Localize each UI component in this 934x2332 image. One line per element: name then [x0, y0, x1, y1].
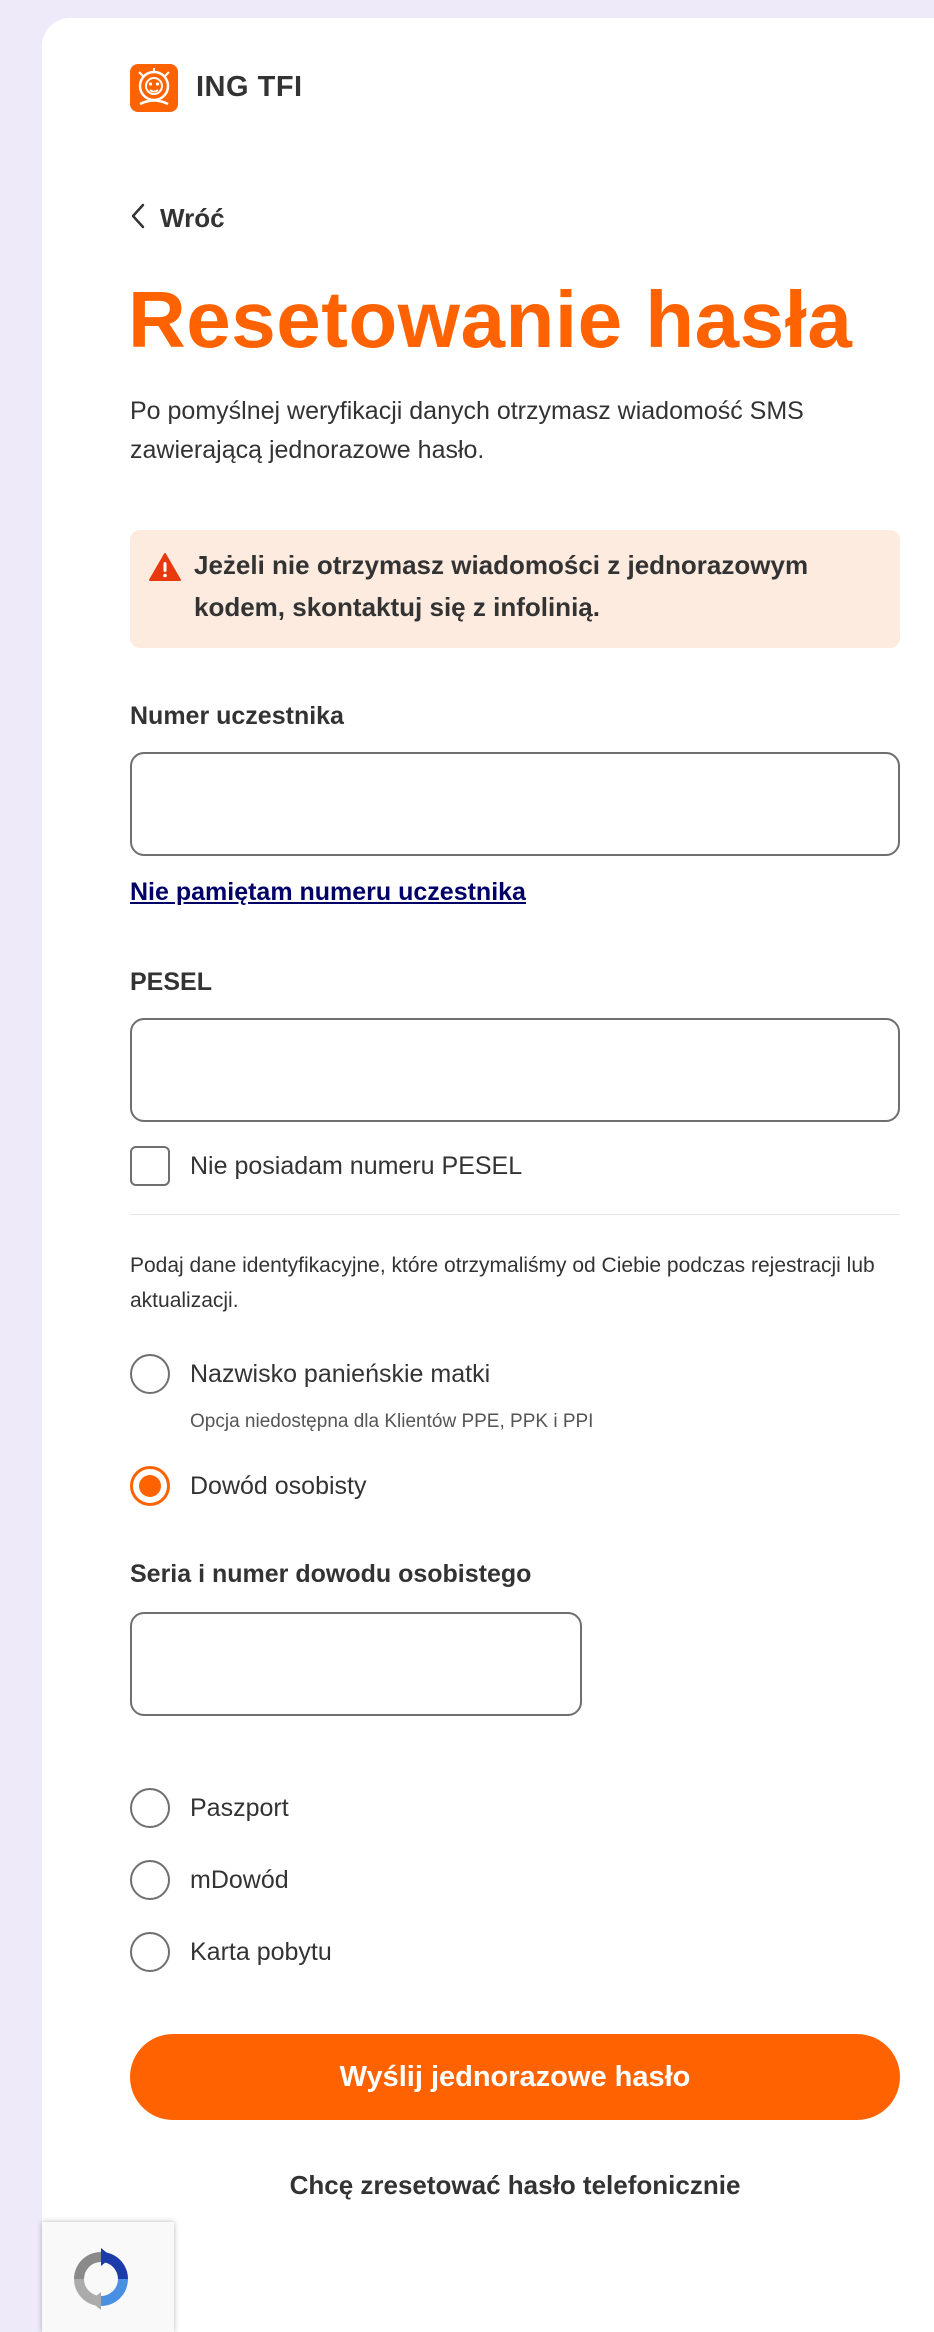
alert-text: Jeżeli nie otrzymasz wiadomości z jednor… [194, 550, 809, 622]
ing-lion-logo [130, 64, 178, 112]
phone-reset-link[interactable]: Chcę zresetować hasło telefonicznie [130, 2168, 900, 2202]
chevron-left-icon [130, 203, 160, 234]
radio-mdowod[interactable] [130, 1860, 170, 1900]
back-link[interactable]: Wróć [130, 200, 225, 236]
radio-residence-card[interactable] [130, 1932, 170, 1972]
brand-name: ING TFI [196, 71, 303, 103]
identity-hint: Podaj dane identyfikacyjne, które otrzym… [130, 1254, 875, 1312]
maiden-name-label[interactable]: Nazwisko panieńskie matki [190, 1358, 490, 1390]
id-card-label[interactable]: Dowód osobisty [190, 1470, 366, 1502]
section-divider [130, 1214, 900, 1215]
no-pesel-checkbox[interactable] [130, 1146, 170, 1186]
pesel-input[interactable] [130, 1018, 900, 1122]
maiden-name-sublabel: Opcja niedostępna dla Klientów PPE, PPK … [190, 1411, 594, 1432]
radio-passport[interactable] [130, 1788, 170, 1828]
id-number-label: Seria i numer dowodu osobistego [130, 1560, 532, 1588]
id-number-input[interactable] [130, 1612, 582, 1716]
radio-maiden-name[interactable] [130, 1354, 170, 1394]
mdowod-label[interactable]: mDowód [190, 1864, 289, 1896]
info-alert: Jeżeli nie otrzymasz wiadomości z jednor… [130, 530, 900, 648]
recaptcha-badge[interactable] [42, 2222, 174, 2332]
pesel-label: PESEL [130, 968, 212, 996]
participant-number-label: Numer uczestnika [130, 702, 344, 730]
intro-text: Po pomyślnej weryfikacji danych otrzymas… [130, 397, 804, 464]
forgot-participant-number-link[interactable]: Nie pamiętam numeru uczestnika [130, 876, 526, 908]
radio-id-card[interactable] [130, 1466, 170, 1506]
send-otp-button[interactable]: Wyślij jednorazowe hasło [130, 2034, 900, 2120]
back-label: Wróć [160, 202, 225, 233]
residence-card-label[interactable]: Karta pobytu [190, 1936, 332, 1968]
warning-triangle-icon [148, 552, 182, 587]
no-pesel-label[interactable]: Nie posiadam numeru PESEL [190, 1150, 522, 1182]
passport-label[interactable]: Paszport [190, 1792, 289, 1824]
participant-number-input[interactable] [130, 752, 900, 856]
page-title: Resetowanie hasła [128, 275, 853, 364]
